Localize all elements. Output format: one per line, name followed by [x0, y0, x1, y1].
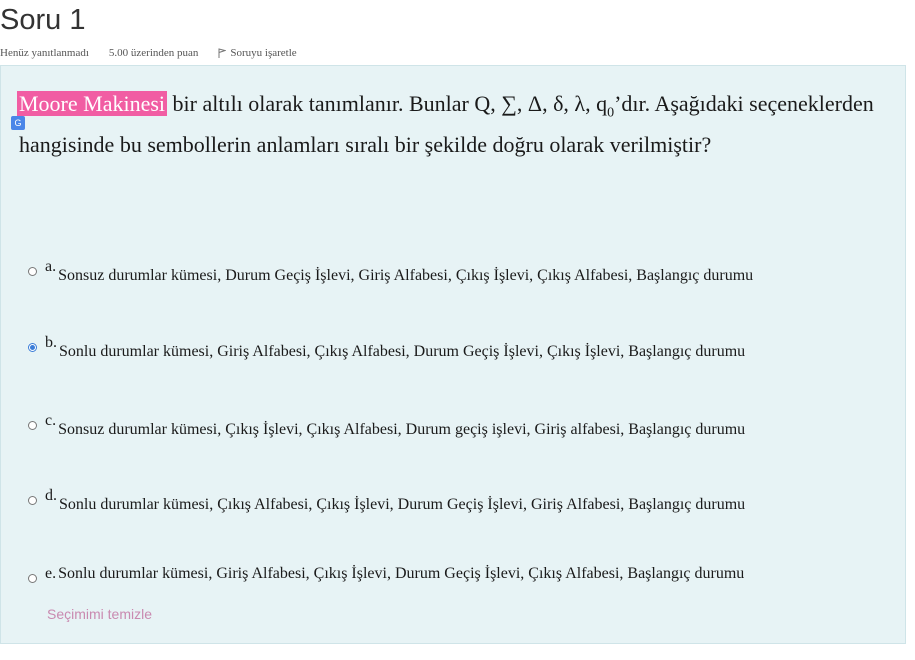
option-b-radio[interactable] [28, 343, 37, 352]
option-a[interactable]: a. Sonsuz durumlar kümesi, Durum Geçiş İ… [28, 258, 754, 285]
option-c-letter: c. [45, 412, 57, 429]
flag-label: Soruyu işaretle [230, 47, 297, 59]
highlighted-term: Moore Makinesi [17, 91, 168, 116]
option-c[interactable]: c. Sonsuz durumlar kümesi, Çıkış İşlevi,… [28, 412, 746, 439]
question-text-part: bir altılı olarak tanımlanır. Bunlar Q, … [167, 91, 608, 116]
translate-icon[interactable]: G [11, 116, 25, 130]
option-a-text: Sonsuz durumlar kümesi, Durum Geçiş İşle… [58, 267, 754, 284]
flag-question-link[interactable]: Soruyu işaretle [218, 47, 297, 59]
option-e-radio[interactable] [28, 574, 37, 583]
question-info: Henüz yanıtlanmadı 5.00 üzerinden puan S… [0, 47, 297, 59]
option-c-radio[interactable] [28, 421, 37, 430]
option-c-text: Sonsuz durumlar kümesi, Çıkış İşlevi, Çı… [58, 421, 746, 438]
option-e[interactable]: e. Sonlu durumlar kümesi, Giriş Alfabesi… [28, 565, 745, 583]
option-b[interactable]: b. Sonlu durumlar kümesi, Giriş Alfabesi… [28, 334, 746, 361]
option-d-radio[interactable] [28, 496, 37, 505]
question-text: Moore Makinesi bir altılı olarak tanımla… [17, 88, 879, 161]
option-d-letter: d. [45, 487, 57, 504]
clear-selection-link[interactable]: Seçimimi temizle [47, 606, 152, 622]
option-e-letter: e. [45, 565, 57, 582]
option-a-radio[interactable] [28, 267, 37, 276]
question-points: 5.00 üzerinden puan [108, 47, 199, 59]
option-b-text: Sonlu durumlar kümesi, Giriş Alfabesi, Ç… [59, 343, 746, 360]
option-d[interactable]: d. Sonlu durumlar kümesi, Çıkış Alfabesi… [28, 487, 746, 514]
option-b-letter: b. [45, 334, 57, 351]
question-title: Soru 1 [0, 4, 86, 36]
option-d-text: Sonlu durumlar kümesi, Çıkış Alfabesi, Ç… [59, 496, 746, 513]
question-panel: Moore Makinesi bir altılı olarak tanımla… [0, 65, 906, 644]
flag-icon [218, 48, 227, 58]
option-a-letter: a. [45, 258, 57, 275]
answer-status: Henüz yanıtlanmadı [0, 47, 89, 59]
option-e-text: Sonlu durumlar kümesi, Giriş Alfabesi, Ç… [58, 565, 745, 582]
